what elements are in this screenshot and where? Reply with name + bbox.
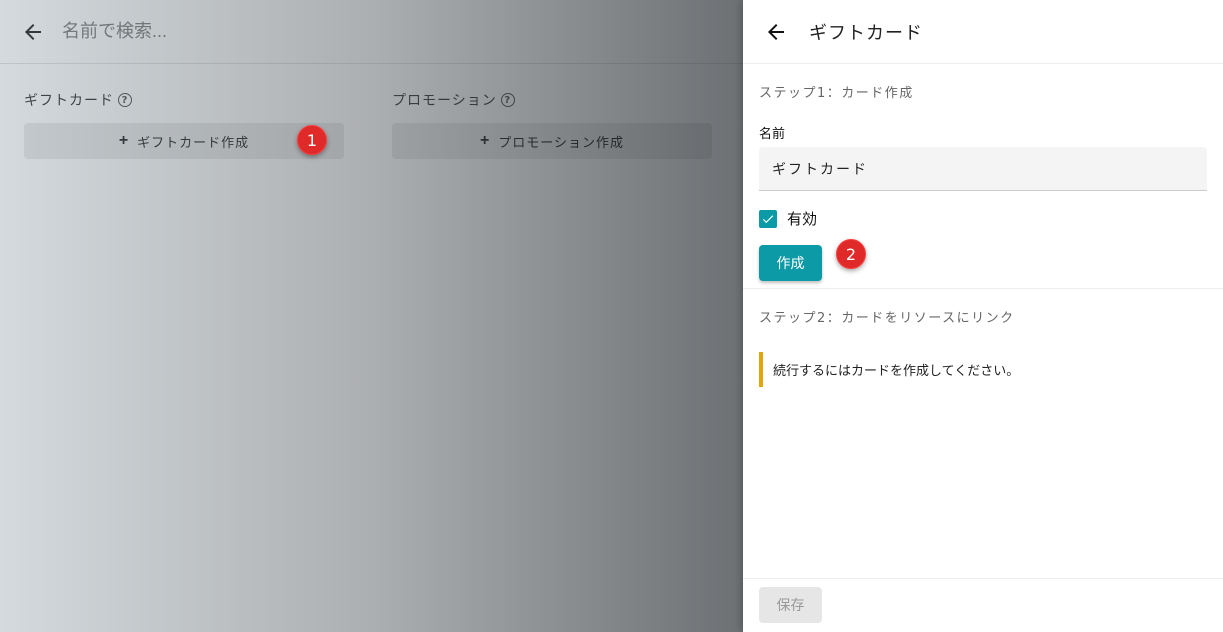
step2-heading: ステップ2：カードをリソースにリンク <box>759 311 1015 326</box>
enabled-label: 有効 <box>787 210 818 228</box>
step1-section: ステップ1：カード作成 名前 有効 作成 <box>743 64 1223 289</box>
section-title: ギフトカード <box>24 93 114 109</box>
help-icon[interactable]: ? <box>500 93 515 107</box>
search-bar <box>0 0 743 64</box>
search-input[interactable] <box>62 21 562 42</box>
name-input[interactable] <box>759 147 1207 191</box>
help-icon[interactable]: ? <box>118 93 132 107</box>
panel-footer: 保存 <box>743 578 1223 632</box>
create-promotion-button[interactable]: + プロモーション作成 <box>392 123 712 159</box>
enabled-checkbox[interactable] <box>759 209 777 228</box>
step-badge-1: 1 <box>297 125 327 155</box>
section-title: プロモーション <box>392 93 497 109</box>
panel-back-button[interactable] <box>761 17 791 47</box>
promotion-section: プロモーション? + プロモーション作成 <box>392 90 712 159</box>
create-button[interactable]: 作成 <box>759 245 822 281</box>
check-icon <box>762 214 774 223</box>
arrow-left-icon <box>25 23 41 40</box>
name-label: 名前 <box>759 127 786 142</box>
button-label: プロモーション作成 <box>498 134 625 150</box>
background-page: ギフトカード? + ギフトカード作成 プロモーション? + プロモーション作成 <box>0 0 743 632</box>
save-button[interactable]: 保存 <box>759 587 822 623</box>
arrow-left-icon <box>768 23 784 40</box>
step2-section: ステップ2：カードをリソースにリンク 続行するにはカードを作成してください。 <box>743 289 1223 405</box>
gift-card-panel: ギフトカード ステップ1：カード作成 名前 有効 作成 ステップ2：カードをリソ… <box>743 0 1223 632</box>
step-badge-2: 2 <box>836 239 866 269</box>
gift-card-section: ギフトカード? + ギフトカード作成 <box>24 90 344 159</box>
step1-heading: ステップ1：カード作成 <box>759 86 914 101</box>
info-notice: 続行するにはカードを作成してください。 <box>759 352 1207 387</box>
plus-icon: + <box>479 132 491 149</box>
create-gift-card-button[interactable]: + ギフトカード作成 <box>24 123 344 159</box>
button-label: ギフトカード作成 <box>137 134 250 150</box>
panel-header: ギフトカード <box>743 0 1223 64</box>
panel-title: ギフトカード <box>809 22 923 44</box>
back-button[interactable] <box>18 17 48 47</box>
plus-icon: + <box>118 132 130 149</box>
